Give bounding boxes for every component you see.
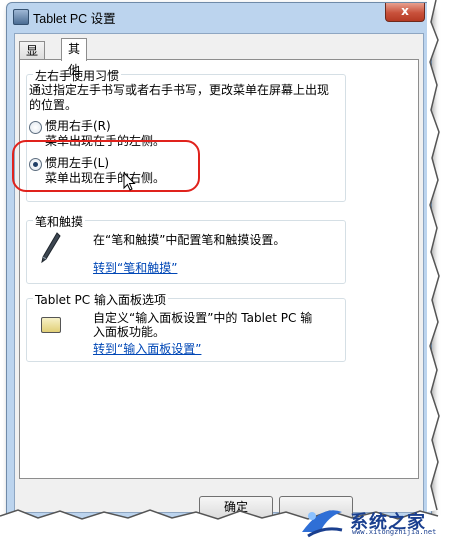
pen-touch-group-title: 笔和触摸 (33, 213, 86, 230)
mouse-cursor-icon (123, 172, 136, 191)
input-panel-description-line1: 自定义“输入面板设置”中的 Tablet PC 输 (93, 311, 313, 325)
tab-display[interactable]: 显示 (19, 41, 46, 76)
pen-touch-description: 在“笔和触摸”中配置笔和触摸设置。 (93, 233, 286, 247)
title-bar[interactable]: Tablet PC 设置 x (7, 3, 431, 29)
handedness-description-line1: 通过指定左手书写或者右手书写，更改菜单在屏幕上出现 (29, 83, 330, 97)
torn-edge-right (427, 0, 440, 512)
input-panel-icon (41, 317, 61, 333)
tablet-pc-settings-window: Tablet PC 设置 x 显示 其他 左右手使用习惯 通过指定左手书写或者右… (6, 2, 432, 520)
pen-touch-link[interactable]: 转到“笔和触摸” (93, 259, 177, 276)
window-title: Tablet PC 设置 (33, 12, 116, 26)
left-hand-highlight-annotation (12, 140, 200, 192)
tablet-pc-app-icon (13, 9, 29, 25)
input-panel-group-title: Tablet PC 输入面板选项 (33, 291, 168, 308)
site-watermark: 系统之家 www.xitongzhijia.net (290, 498, 454, 543)
pen-touch-group: 笔和触摸 在“笔和触摸”中配置笔和触摸设置。 转到“笔和触摸” (26, 213, 346, 284)
right-hand-radio[interactable] (29, 121, 42, 134)
handedness-description-line2: 的位置。 (29, 98, 78, 112)
input-panel-description-line2: 入面板功能。 (93, 325, 166, 339)
input-panel-link[interactable]: 转到“输入面板设置” (93, 340, 201, 357)
tab-panel-other: 左右手使用习惯 通过指定左手书写或者右手书写，更改菜单在屏幕上出现 的位置。 惯… (19, 59, 419, 479)
right-hand-label[interactable]: 惯用右手(R) (45, 119, 111, 134)
watermark-logo-icon (302, 510, 343, 538)
close-button[interactable]: x (385, 3, 425, 22)
dialog-client-area: 显示 其他 左右手使用习惯 通过指定左手书写或者右手书写，更改菜单在屏幕上出现 … (14, 33, 424, 519)
input-panel-group: Tablet PC 输入面板选项 自定义“输入面板设置”中的 Tablet PC… (26, 291, 346, 362)
tab-other[interactable]: 其他 (61, 38, 88, 77)
pen-icon (41, 232, 61, 264)
watermark-url: www.xitongzhijia.net (352, 528, 437, 536)
